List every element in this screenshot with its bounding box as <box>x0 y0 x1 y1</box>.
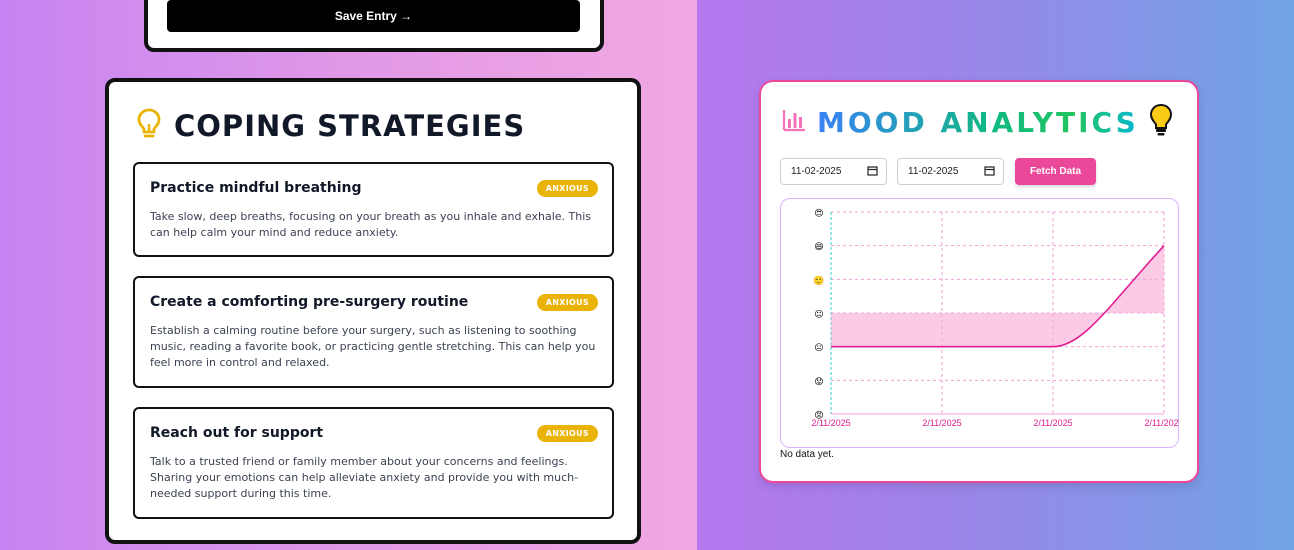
x-tick-label: 2/11/2025 <box>1144 418 1179 428</box>
x-tick-label: 2/11/2025 <box>811 418 850 428</box>
analytics-title: MOOD ANALYTICS <box>817 105 1139 139</box>
analytics-header: MOOD ANALYTICS <box>781 103 1173 141</box>
bar-chart-icon <box>781 107 807 137</box>
series-area <box>831 245 1164 347</box>
y-tick-icon: 😄 <box>814 242 823 253</box>
strategy-text: Establish a calming routine before your … <box>150 324 596 369</box>
y-tick-icon: 😐 <box>814 343 823 354</box>
mood-analytics-card: MOOD ANALYTICS 11-02-2025 11-02-2025 Fet… <box>759 80 1199 483</box>
start-date-input[interactable]: 11-02-2025 <box>780 158 887 185</box>
strategy-title: Create a comforting pre-surgery routine <box>150 294 469 310</box>
journal-entry-card: Save Entry → <box>144 0 604 52</box>
mood-chart: 😍 😄 🙂 😐 😐 😟 😡 2/11/2025 2/11/2025 2/11/2025 2/11/2… <box>780 198 1179 448</box>
start-date-value: 11-02-2025 <box>791 166 842 177</box>
end-date-input[interactable]: 11-02-2025 <box>897 158 1004 185</box>
strategy-card: Reach out for support ANXIOUS Talk to a … <box>133 407 614 519</box>
fetch-data-button[interactable]: Fetch Data <box>1015 158 1096 185</box>
mood-badge: ANXIOUS <box>536 180 598 197</box>
strategy-text: Take slow, deep breaths, focusing on you… <box>150 210 592 239</box>
x-tick-label: 2/11/2025 <box>1033 418 1072 428</box>
x-tick-label: 2/11/2025 <box>922 418 961 428</box>
strategy-title: Practice mindful breathing <box>150 180 362 196</box>
coping-strategies-card: COPING STRATEGIES Practice mindful breat… <box>105 78 641 544</box>
lightbulb-icon <box>136 107 162 145</box>
lightbulb-icon <box>1149 103 1173 141</box>
y-tick-icon: 😟 <box>814 376 823 387</box>
strategy-text: Talk to a trusted friend or family membe… <box>150 455 579 500</box>
calendar-icon[interactable] <box>984 165 995 179</box>
coping-title: COPING STRATEGIES <box>174 109 526 143</box>
y-tick-icon: 😍 <box>814 208 823 219</box>
strategy-title: Reach out for support <box>150 425 324 441</box>
end-date-value: 11-02-2025 <box>908 166 959 177</box>
strategy-card: Practice mindful breathing ANXIOUS Take … <box>133 162 614 257</box>
y-tick-icon: 🙂 <box>813 275 824 286</box>
y-tick-icon: 😐 <box>814 309 823 320</box>
mood-badge: ANXIOUS <box>536 425 598 442</box>
no-data-message: No data yet. <box>780 449 834 460</box>
calendar-icon[interactable] <box>867 165 878 179</box>
coping-header: COPING STRATEGIES <box>136 106 525 146</box>
mood-chart-svg: 😍😄🙂😐😐😟😡2/11/2025 2/11/2025 2/11/2025 2/11/2… <box>811 208 1179 428</box>
save-entry-button[interactable]: Save Entry → <box>167 0 580 32</box>
strategy-card: Create a comforting pre-surgery routine … <box>133 276 614 388</box>
mood-badge: ANXIOUS <box>536 294 598 311</box>
